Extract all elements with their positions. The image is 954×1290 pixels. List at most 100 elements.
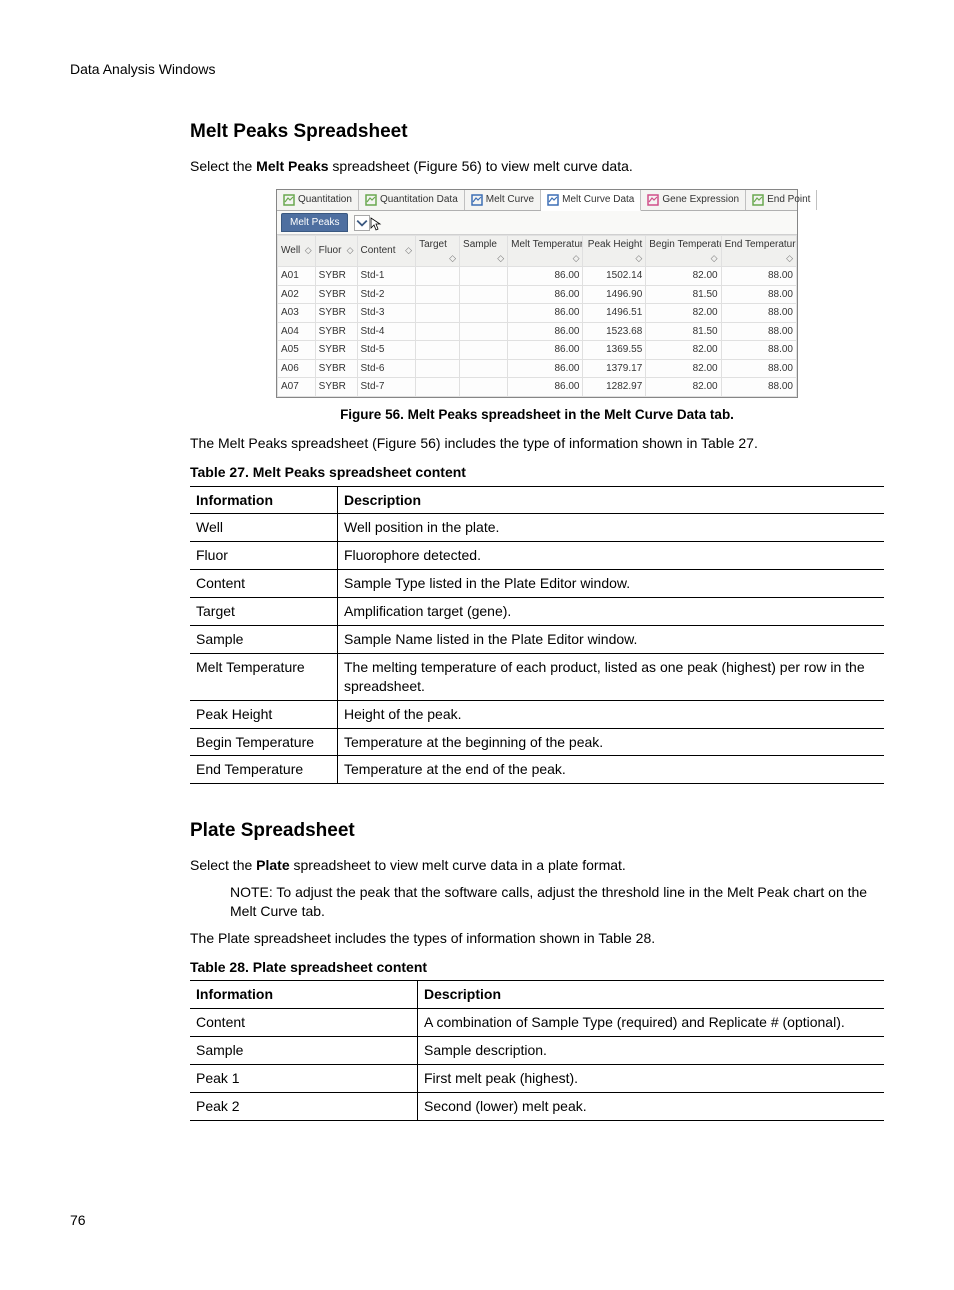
cell-info: Target (190, 598, 338, 626)
figure-caption: Figure 56. Melt Peaks spreadsheet in the… (190, 406, 884, 424)
cell: 86.00 (508, 322, 583, 341)
cell: 86.00 (508, 267, 583, 286)
table-row: WellWell position in the plate. (190, 514, 884, 542)
dropdown-button[interactable] (354, 215, 370, 231)
cell-desc: A combination of Sample Type (required) … (418, 1009, 885, 1037)
table-row: ContentSample Type listed in the Plate E… (190, 570, 884, 598)
cell (460, 378, 508, 397)
cell: Std-7 (357, 378, 416, 397)
tab-melt-curve-data[interactable]: Melt Curve Data (541, 190, 641, 211)
sort-icon: ◇ (497, 252, 504, 264)
cell (460, 267, 508, 286)
cell-desc: The melting temperature of each product,… (338, 653, 885, 700)
tab-label: Quantitation Data (380, 193, 458, 207)
cell: SYBR (315, 322, 357, 341)
col-header[interactable]: Fluor◇ (315, 236, 357, 267)
table-row: End TemperatureTemperature at the end of… (190, 756, 884, 784)
sort-icon: ◇ (786, 252, 793, 264)
cell: 88.00 (721, 378, 796, 397)
cell: A01 (278, 267, 316, 286)
cell: SYBR (315, 341, 357, 360)
cell: Std-3 (357, 304, 416, 323)
tab-end-point[interactable]: End Point (746, 190, 817, 210)
section2-para2: The Plate spreadsheet includes the types… (190, 929, 884, 948)
col-header[interactable]: Sample◇ (460, 236, 508, 267)
table-row[interactable]: A04SYBRStd-486.001523.6881.5088.00 (278, 322, 797, 341)
section2-intro: Select the Plate spreadsheet to view mel… (190, 856, 884, 875)
cell (416, 341, 460, 360)
text-bold: Melt Peaks (256, 158, 328, 174)
col-header[interactable]: Target◇ (416, 236, 460, 267)
col-header[interactable]: Begin Temperature ◇ (646, 236, 721, 267)
cell: 1502.14 (583, 267, 646, 286)
table-row[interactable]: A01SYBRStd-186.001502.1482.0088.00 (278, 267, 797, 286)
table28: Information Description ContentA combina… (190, 980, 884, 1120)
tab-icon (752, 194, 764, 206)
chevron-down-icon (356, 217, 368, 229)
tab-quantitation-data[interactable]: Quantitation Data (359, 190, 465, 210)
col-header[interactable]: End Temperature ◇ (721, 236, 796, 267)
cell-info: Well (190, 514, 338, 542)
col-label: Target (419, 239, 447, 250)
col-label: End Temperature (725, 239, 797, 250)
cell-info: Sample (190, 1037, 418, 1065)
cell-desc: Amplification target (gene). (338, 598, 885, 626)
cell (460, 304, 508, 323)
cell: A06 (278, 359, 316, 378)
section1-para2: The Melt Peaks spreadsheet (Figure 56) i… (190, 434, 884, 453)
cell-desc: Sample description. (418, 1037, 885, 1065)
table-row[interactable]: A02SYBRStd-286.001496.9081.5088.00 (278, 285, 797, 304)
col-label: Begin Temperature (649, 239, 721, 250)
table-row[interactable]: A07SYBRStd-786.001282.9782.0088.00 (278, 378, 797, 397)
content: Melt Peaks Spreadsheet Select the Melt P… (190, 119, 884, 1121)
tab-quantitation[interactable]: Quantitation (277, 190, 359, 210)
cell: 1496.51 (583, 304, 646, 323)
cell: 88.00 (721, 285, 796, 304)
cell: A03 (278, 304, 316, 323)
sort-icon: ◇ (449, 252, 456, 264)
cursor-icon (370, 217, 382, 236)
sort-icon: ◇ (711, 252, 718, 264)
tab-melt-curve[interactable]: Melt Curve (465, 190, 541, 210)
col-header[interactable]: Content◇ (357, 236, 416, 267)
cell: 1369.55 (583, 341, 646, 360)
cell (416, 267, 460, 286)
table28-label: Table 28. Plate spreadsheet content (190, 958, 884, 977)
cell: A07 (278, 378, 316, 397)
col-label: Peak Height (588, 239, 642, 250)
col-header[interactable]: Melt Temperature◇ (508, 236, 583, 267)
cell (460, 359, 508, 378)
cell-info: Peak 2 (190, 1093, 418, 1121)
table-row[interactable]: A05SYBRStd-586.001369.5582.0088.00 (278, 341, 797, 360)
col-header-desc: Description (338, 486, 885, 514)
table-row[interactable]: A03SYBRStd-386.001496.5182.0088.00 (278, 304, 797, 323)
cell-desc: Temperature at the beginning of the peak… (338, 728, 885, 756)
text-bold: Plate (256, 857, 289, 873)
cell-info: Peak Height (190, 700, 338, 728)
cell-desc: Height of the peak. (338, 700, 885, 728)
col-header[interactable]: Well◇ (278, 236, 316, 267)
figure-screenshot: Quantitation Quantitation Data Melt Curve M… (276, 189, 798, 397)
cell: A02 (278, 285, 316, 304)
tab-label: Melt Curve (486, 193, 534, 207)
cell: 82.00 (646, 341, 721, 360)
cell-info: Peak 1 (190, 1065, 418, 1093)
col-header[interactable]: Peak Height ◇ (583, 236, 646, 267)
sub-tab-melt-peaks[interactable]: Melt Peaks (281, 213, 348, 233)
tab-icon (283, 194, 295, 206)
tab-gene-expression[interactable]: Gene Expression (641, 190, 746, 210)
cell: 82.00 (646, 304, 721, 323)
text: spreadsheet (Figure 56) to view melt cur… (329, 158, 633, 174)
tab-label: Quantitation (298, 193, 352, 207)
cell: 81.50 (646, 285, 721, 304)
cell: 1523.68 (583, 322, 646, 341)
table-row: Peak 1First melt peak (highest). (190, 1065, 884, 1093)
spreadsheet-table: Well◇Fluor◇Content◇Target◇Sample◇Melt Te… (277, 235, 797, 396)
sort-icon: ◇ (347, 244, 354, 256)
cell (416, 285, 460, 304)
sort-icon: ◇ (635, 252, 642, 264)
table-row[interactable]: A06SYBRStd-686.001379.1782.0088.00 (278, 359, 797, 378)
table-header-row: Well◇Fluor◇Content◇Target◇Sample◇Melt Te… (278, 236, 797, 267)
cell (416, 322, 460, 341)
cell-desc: Sample Type listed in the Plate Editor w… (338, 570, 885, 598)
